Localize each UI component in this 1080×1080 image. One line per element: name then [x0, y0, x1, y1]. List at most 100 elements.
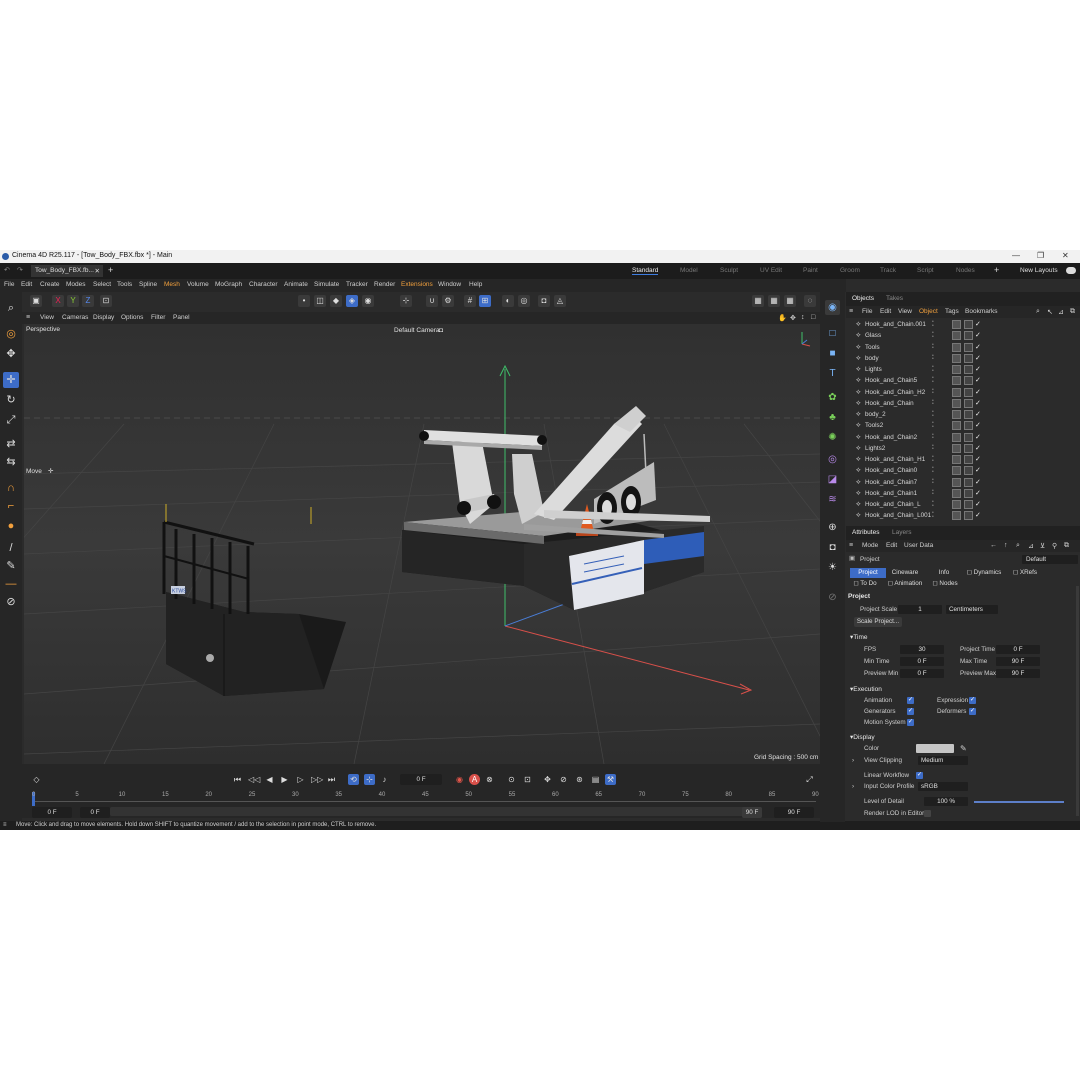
uv-mode-icon[interactable]: ◉	[362, 295, 374, 307]
sound-icon[interactable]: ♪	[379, 774, 390, 785]
up-arrow-icon[interactable]: ↑	[1004, 542, 1008, 549]
layout-uv-edit[interactable]: UV Edit	[760, 267, 782, 274]
close-icon[interactable]: ✕	[1062, 251, 1069, 260]
scene-icon[interactable]: ⊕	[825, 520, 840, 535]
project-scale-field[interactable]: 1	[898, 605, 942, 614]
camera-icon[interactable]: ◘	[439, 327, 443, 334]
attr-menu-user-data[interactable]: User Data	[904, 542, 933, 549]
loop-icon[interactable]: ⟲	[348, 774, 359, 785]
level-of-detail-field[interactable]: 100 %	[924, 797, 968, 806]
object-row[interactable]: ⟡ body_2 • • ✓	[846, 409, 1080, 420]
light-object-icon[interactable]: ☀	[825, 560, 840, 575]
tab-takes[interactable]: Takes	[886, 295, 903, 302]
knife-icon[interactable]: ⌐	[3, 498, 19, 514]
effector-icon[interactable]: ✺	[825, 430, 840, 445]
objects-new-window-icon[interactable]: ⧉	[1070, 308, 1075, 316]
menu-help[interactable]: Help	[469, 281, 482, 288]
visibility-dots-icon[interactable]: • •	[932, 443, 938, 452]
enabled-check-icon[interactable]: ✓	[975, 421, 981, 429]
menu-mesh[interactable]: Mesh	[164, 281, 180, 288]
brush-icon[interactable]: /	[3, 540, 19, 556]
edges-mode-icon[interactable]: ◫	[314, 295, 326, 307]
render-active-view-icon[interactable]: ▦	[752, 295, 764, 307]
material-tag-icon[interactable]	[952, 410, 961, 419]
time-section-header[interactable]: ▾Time	[850, 633, 867, 641]
subtab-info[interactable]: Info	[932, 568, 956, 578]
material-tag-icon[interactable]	[952, 477, 961, 487]
material-tag-icon[interactable]	[952, 387, 961, 397]
texture-tag-icon[interactable]	[964, 387, 973, 397]
objects-icon[interactable]: ◉	[825, 300, 840, 315]
material-tag-icon[interactable]	[952, 443, 961, 453]
material-tag-icon[interactable]	[952, 500, 961, 509]
linear-workflow-checkbox[interactable]: ✓	[916, 772, 923, 779]
view-clipping-dropdown[interactable]: Medium	[918, 756, 968, 765]
menu-edit[interactable]: Edit	[21, 281, 32, 288]
zoom-view-icon[interactable]: ↕	[801, 314, 805, 321]
viewport[interactable]: KTWS Perspective Default Camera ◘ Move ✛…	[24, 324, 820, 764]
enabled-check-icon[interactable]: ✓	[975, 343, 981, 351]
visibility-dots-icon[interactable]: • •	[932, 432, 938, 441]
pan-icon[interactable]: ✋	[778, 314, 787, 322]
key-pla-icon[interactable]: ⊛	[574, 774, 585, 785]
material-tag-icon[interactable]	[952, 421, 961, 431]
texture-tag-icon[interactable]	[964, 331, 973, 341]
subtab-project[interactable]: Project	[850, 568, 886, 578]
lock-icon[interactable]: ◐	[502, 295, 514, 307]
texture-tag-icon[interactable]	[964, 432, 973, 442]
disabled-icon[interactable]: ⊘	[825, 590, 840, 605]
material-tag-icon[interactable]	[952, 365, 961, 374]
enabled-check-icon[interactable]: ✓	[975, 433, 981, 441]
object-row[interactable]: ⟡ Tools2 • • ✓	[846, 420, 1080, 431]
fps-field[interactable]: 30	[900, 645, 944, 654]
object-row[interactable]: ⟡ Lights2 • • ✓	[846, 443, 1080, 454]
animation-checkbox[interactable]: ✓	[907, 697, 914, 704]
text-icon[interactable]: T	[825, 366, 840, 381]
object-row[interactable]: ⟡ Hook_and_Chain0 • • ✓	[846, 465, 1080, 476]
display-section-header[interactable]: ▾Display	[850, 733, 875, 741]
previous-key-icon[interactable]: ◁◁	[248, 774, 260, 785]
visibility-dots-icon[interactable]: • •	[932, 488, 938, 497]
attributes-new-window-icon[interactable]: ⧉	[1064, 542, 1069, 550]
visibility-dots-icon[interactable]: • •	[932, 376, 938, 385]
vp-menu-cameras[interactable]: Cameras	[62, 314, 88, 321]
visibility-dots-icon[interactable]: • •	[932, 466, 938, 475]
texture-tag-icon[interactable]	[964, 511, 973, 521]
generators-checkbox[interactable]: ✓	[907, 708, 914, 715]
record-icon[interactable]: ◉	[454, 774, 465, 785]
object-row[interactable]: ⟡ Hook_and_Chain2 • • ✓	[846, 432, 1080, 443]
texture-tag-icon[interactable]	[964, 398, 973, 408]
spline-icon[interactable]: ≋	[825, 492, 840, 507]
key-rotation-icon[interactable]: ✥	[542, 774, 553, 785]
toggle-icon[interactable]	[1066, 267, 1076, 274]
objects-hamburger-icon[interactable]: ≡	[849, 308, 853, 315]
material-tag-icon[interactable]	[952, 432, 961, 442]
play-icon[interactable]: ▶	[279, 774, 290, 785]
obj-menu-edit[interactable]: Edit	[880, 308, 891, 315]
snapping-icon[interactable]: ∪	[426, 295, 438, 307]
viewport-projection-label[interactable]: Perspective	[26, 326, 60, 333]
axis-y-icon[interactable]: Y	[67, 295, 79, 307]
preview-start-field[interactable]: 0 F	[80, 807, 110, 818]
render-lod-checkbox[interactable]	[924, 810, 931, 817]
enabled-check-icon[interactable]: ✓	[975, 399, 981, 407]
paint-bucket-icon[interactable]: ●	[3, 518, 19, 534]
soft-selection-icon[interactable]: ◎	[518, 295, 530, 307]
select-tool-icon[interactable]: ✥	[3, 346, 19, 362]
points-mode-icon[interactable]: •	[298, 295, 310, 307]
attributes-hamburger-icon[interactable]: ≡	[849, 542, 853, 549]
min-time-field[interactable]: 0 F	[900, 657, 944, 666]
object-row[interactable]: ⟡ Glass • • ✓	[846, 330, 1080, 341]
texture-tag-icon[interactable]	[964, 466, 973, 476]
enabled-check-icon[interactable]: ✓	[975, 478, 981, 486]
autokey-icon[interactable]: A	[469, 774, 480, 785]
material-tag-icon[interactable]	[952, 488, 961, 498]
attributes-search-icon[interactable]: ⌕	[1016, 542, 1020, 550]
layout-script[interactable]: Script	[917, 267, 934, 274]
preset-dropdown[interactable]: Default	[1022, 555, 1078, 564]
texture-tag-icon[interactable]	[964, 488, 973, 498]
minimize-icon[interactable]: —	[1012, 251, 1020, 260]
material-tag-icon[interactable]	[952, 353, 961, 363]
attributes-scrollbar[interactable]	[1076, 586, 1079, 816]
scale-tool-icon[interactable]: ⤢	[3, 412, 19, 428]
